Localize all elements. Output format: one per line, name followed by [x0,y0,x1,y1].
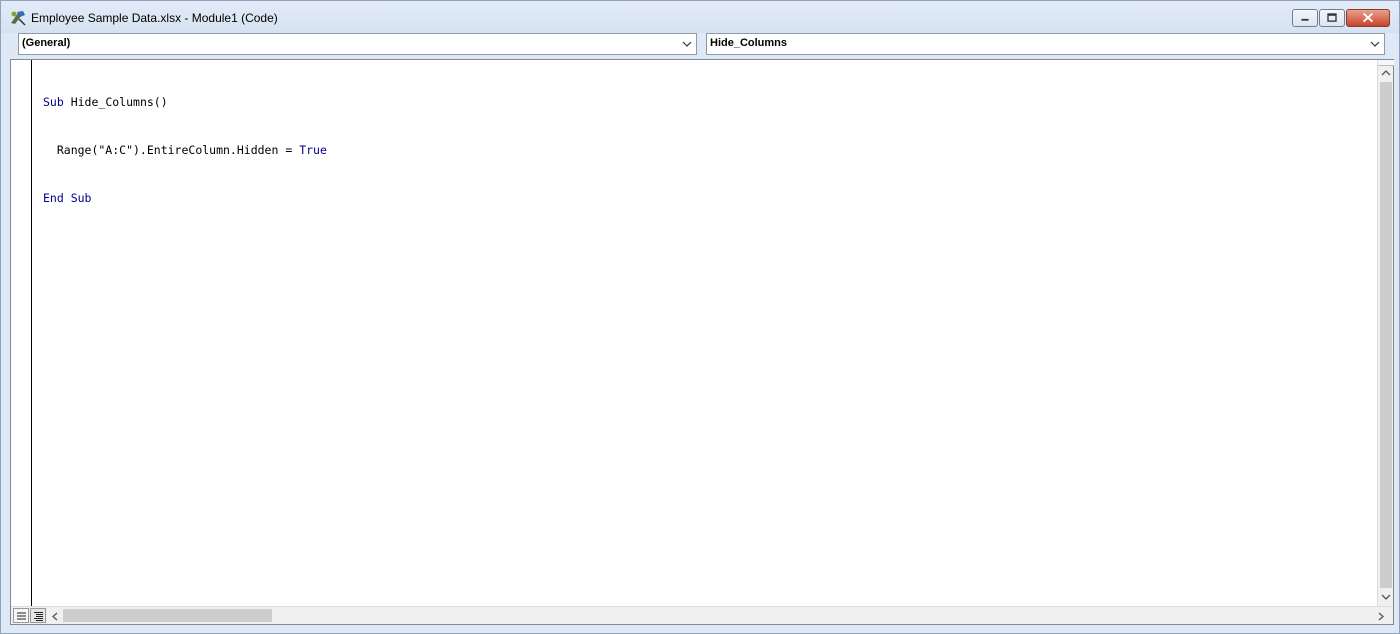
keyword: End Sub [43,191,92,205]
split-bar[interactable] [1378,60,1394,66]
horizontal-scroll-thumb[interactable] [63,609,272,622]
full-module-view-button[interactable] [30,608,46,623]
keyword: True [299,143,327,157]
procedure-view-icon [17,612,26,620]
close-button[interactable] [1346,9,1390,27]
scroll-up-icon[interactable] [1381,69,1391,77]
code-line[interactable]: Sub Hide_Columns() [43,94,327,110]
code-line[interactable]: End Sub [43,190,327,206]
object-dropdown-value: (General) [22,37,71,49]
vba-module-icon [11,11,26,26]
code-text: Range("A:C").EntireColumn.Hidden = [43,143,300,157]
maximize-icon [1327,13,1337,22]
full-module-view-icon [34,612,43,621]
procedure-dropdown-value: Hide_Columns [710,37,788,49]
vba-code-window: Employee Sample Data.xlsx - Module1 (Cod… [0,0,1400,634]
scroll-left-icon[interactable] [51,612,59,621]
scroll-down-icon[interactable] [1381,593,1391,601]
code-line[interactable]: Range("A:C").EntireColumn.Hidden = True [43,142,327,158]
code-pane[interactable]: Sub Hide_Columns() Range("A:C").EntireCo… [10,59,1394,625]
object-dropdown[interactable]: (General) [18,33,697,55]
procedure-dropdown[interactable]: Hide_Columns [706,33,1385,55]
code-editor[interactable]: Sub Hide_Columns() Range("A:C").EntireCo… [43,62,327,238]
close-icon [1362,12,1374,23]
chevron-down-icon [682,41,692,47]
window-controls [1291,9,1390,28]
title-bar[interactable]: Employee Sample Data.xlsx - Module1 (Cod… [1,1,1399,33]
procedure-view-button[interactable] [13,608,29,623]
minimize-button[interactable] [1292,9,1318,27]
margin-indicator-bar[interactable] [11,60,32,606]
code-text: Hide_Columns() [63,95,168,109]
vertical-scroll-thumb[interactable] [1380,82,1392,588]
window-title: Employee Sample Data.xlsx - Module1 (Cod… [31,11,278,25]
scroll-right-icon[interactable] [1377,612,1385,621]
chevron-down-icon [1370,41,1380,47]
vertical-scrollbar[interactable] [1377,60,1394,606]
keyword: Sub [43,95,64,109]
horizontal-scrollbar[interactable] [11,606,1393,624]
maximize-button[interactable] [1319,9,1345,27]
minimize-icon [1301,18,1309,21]
